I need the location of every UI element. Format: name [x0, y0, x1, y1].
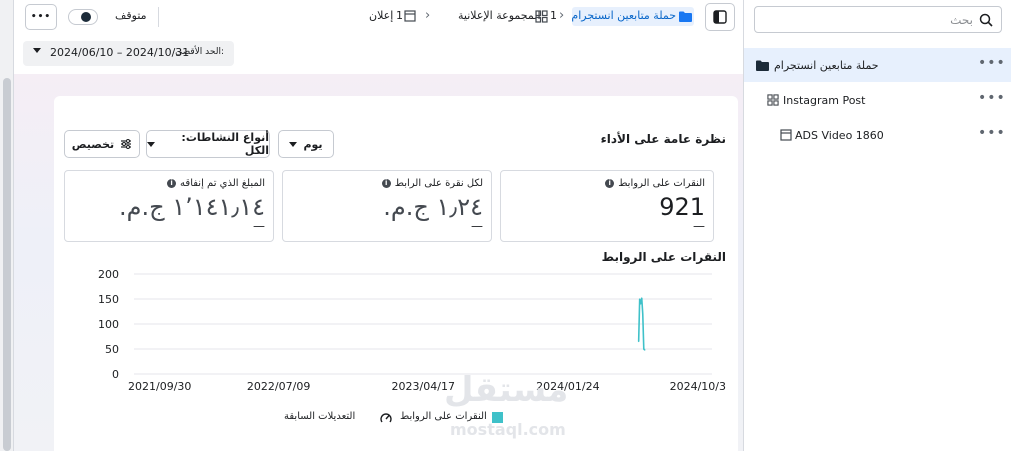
- folder-icon: [679, 11, 692, 22]
- metric-title: المبلغ الذي تم إنفاقه: [180, 178, 265, 189]
- adset-grid-icon: [535, 10, 548, 23]
- search-placeholder: بحث: [950, 13, 973, 27]
- metric-card-cost-per-click[interactable]: لكل نقرة على الرابط i ١٫٢٤ ج.م.‏ —: [282, 170, 492, 242]
- sidebar: بحث حملة متابعين انستجرام ••• Instagram …: [743, 0, 1011, 451]
- metric-delta: —: [253, 219, 265, 233]
- y-tick-label: 50: [105, 343, 119, 356]
- date-range-prefix: الحد الأقصى:: [175, 47, 224, 57]
- data-point: [638, 340, 640, 343]
- y-tick-label: 150: [98, 293, 119, 306]
- ad-frame-icon: [404, 10, 416, 22]
- toggle-panel-button[interactable]: [705, 3, 735, 31]
- activity-type-dropdown[interactable]: أنواع النشاطات: الكل: [146, 130, 270, 158]
- chevron-right-icon: ›: [559, 8, 565, 23]
- metric-value: ١٫٢٤ ج.م.‏: [383, 193, 483, 221]
- chevron-down-icon: [33, 48, 41, 53]
- metric-card-amount-spent[interactable]: المبلغ الذي تم إنفاقه i ١٬١٤١٫١٤ ج.م.‏ —: [64, 170, 274, 242]
- link-clicks-chart: 2001501005002021/09/30 2022/07/09 2023/04/…: [98, 268, 726, 393]
- sidebar-item-label: ADS Video 1860: [795, 129, 884, 142]
- data-point: [639, 298, 641, 300]
- period-dropdown[interactable]: يوم: [278, 130, 334, 158]
- status-toggle[interactable]: [68, 9, 98, 25]
- y-tick-label: 200: [98, 268, 119, 281]
- sidebar-item-ad[interactable]: ADS Video 1860 •••: [744, 118, 1011, 152]
- scrollbar[interactable]: [3, 78, 11, 451]
- info-icon[interactable]: i: [381, 179, 391, 188]
- data-point: [644, 349, 646, 351]
- status-label: متوقف: [115, 9, 147, 22]
- performance-overview-card: نظرة عامة على الأداء يوم أنواع النشاطات:…: [54, 96, 738, 451]
- customize-button[interactable]: تخصيص: [64, 130, 140, 158]
- metric-value: ١٬١٤١٫١٤ ج.م.‏: [118, 193, 265, 221]
- folder-icon: [756, 60, 769, 71]
- metric-value: 921: [659, 193, 705, 221]
- sidebar-item-label: حملة متابعين انستجرام: [774, 59, 879, 72]
- x-tick-label: 2022/07/09: [247, 380, 310, 393]
- top-bar: ••• متوقف 1 إعلان › المجموعة الإعلانية 1…: [14, 0, 743, 34]
- gauge-icon: [380, 413, 392, 423]
- main-content: نظرة عامة على الأداء يوم أنواع النشاطات:…: [14, 74, 743, 451]
- chevron-down-icon: [147, 141, 155, 147]
- breadcrumb-adset-count[interactable]: 1: [550, 9, 557, 22]
- legend-item-previous-edits[interactable]: التعديلات السابقة: [284, 411, 355, 422]
- info-icon[interactable]: i: [605, 179, 615, 188]
- info-icon[interactable]: i: [167, 179, 177, 188]
- sidebar-item-adset[interactable]: Instagram Post •••: [744, 83, 1011, 117]
- x-tick-label: 2021/09/30: [128, 380, 191, 393]
- breadcrumb-adset[interactable]: المجموعة الإعلانية: [458, 9, 541, 22]
- metric-delta: —: [471, 219, 483, 233]
- more-icon: •••: [30, 12, 52, 22]
- data-point: [643, 348, 645, 350]
- chevron-right-icon: ›: [425, 8, 431, 23]
- search-input[interactable]: بحث: [754, 6, 1002, 33]
- x-tick-label: 2024/10/3: [670, 380, 726, 393]
- more-icon[interactable]: •••: [978, 126, 1006, 140]
- y-tick-label: 0: [112, 368, 119, 381]
- more-options-button[interactable]: •••: [25, 4, 57, 30]
- left-panel-strip: [0, 0, 14, 451]
- overview-title: نظرة عامة على الأداء: [600, 132, 726, 146]
- breadcrumb-ad-count[interactable]: 1: [396, 9, 403, 22]
- divider: [158, 7, 159, 27]
- watermark-site: mostaql.com: [450, 420, 566, 439]
- more-icon[interactable]: •••: [978, 56, 1006, 70]
- data-point: [642, 313, 644, 315]
- breadcrumb-campaign[interactable]: حملة متابعين انستجرام: [571, 7, 694, 26]
- adset-grid-icon: [767, 94, 779, 106]
- sidebar-item-label: Instagram Post: [783, 94, 866, 107]
- data-point: [640, 303, 642, 305]
- y-tick-label: 100: [98, 318, 119, 331]
- metric-title: لكل نقرة على الرابط: [394, 178, 483, 189]
- sidebar-item-campaign[interactable]: حملة متابعين انستجرام •••: [744, 48, 1011, 82]
- breadcrumb-campaign-label: حملة متابعين انستجرام: [571, 9, 676, 22]
- data-point: [641, 297, 643, 299]
- toggle-knob: [81, 12, 91, 22]
- metric-title: النقرات على الروابط: [618, 178, 705, 189]
- date-range-value: 2024/06/10 – 2024/10/31: [50, 46, 190, 59]
- settings-sliders-icon: [121, 139, 132, 149]
- activity-label: أنواع النشاطات: الكل: [181, 131, 269, 157]
- metric-card-link-clicks[interactable]: النقرات على الروابط i 921 —: [500, 170, 714, 242]
- ad-frame-icon: [780, 129, 792, 141]
- breadcrumb-ad[interactable]: إعلان: [369, 9, 393, 22]
- date-range-filter[interactable]: 2024/06/10 – 2024/10/31 الحد الأقصى:: [23, 41, 234, 66]
- watermark-brand: مستقل: [444, 370, 569, 410]
- side-panel-icon: [713, 10, 727, 24]
- customize-label: تخصيص: [71, 137, 115, 151]
- metric-delta: —: [693, 219, 705, 233]
- period-label: يوم: [303, 137, 323, 151]
- more-icon[interactable]: •••: [978, 91, 1006, 105]
- chevron-down-icon: [289, 141, 298, 147]
- search-icon: [979, 13, 993, 27]
